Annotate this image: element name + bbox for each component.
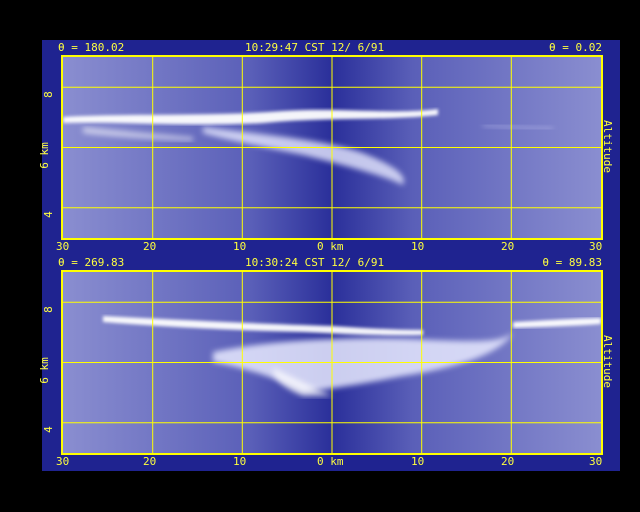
- top-xtick-0: 30: [56, 240, 70, 253]
- bottom-angle-right: θ = 89.83: [542, 256, 602, 269]
- top-ytick-8: 8: [41, 91, 55, 98]
- bottom-xtick-3: 0 km: [317, 455, 344, 468]
- top-xtick-1: 20: [143, 240, 157, 253]
- bottom-ytick-8: 8: [41, 306, 55, 313]
- bottom-ytick-4: 4: [41, 426, 55, 433]
- top-timestamp: 10:29:47 CST 12/ 6/91: [245, 41, 385, 54]
- top-lidar-plot: [61, 55, 603, 240]
- bottom-xtick-4: 10: [411, 455, 425, 468]
- top-ytick-4: 4: [41, 211, 55, 218]
- bottom-xtick-5: 20: [501, 455, 515, 468]
- bottom-xtick-0: 30: [56, 455, 70, 468]
- top-xtick-3: 0 km: [317, 240, 344, 253]
- bottom-lidar-plot: [61, 270, 603, 455]
- top-ytick-6: 6 km: [37, 142, 51, 169]
- bottom-panel-header: θ = 269.83 10:30:24 CST 12/ 6/91 θ = 89.…: [42, 255, 620, 270]
- top-angle-left: θ = 180.02: [58, 41, 125, 54]
- bottom-xtick-6: 30: [589, 455, 603, 468]
- bottom-xtick-2: 10: [233, 455, 247, 468]
- top-panel: θ = 180.02 10:29:47 CST 12/ 6/91 θ = 0.0…: [38, 40, 620, 256]
- top-angle-right: θ = 0.02: [549, 41, 602, 54]
- bottom-ytick-6: 6 km: [37, 357, 51, 384]
- top-panel-header: θ = 180.02 10:29:47 CST 12/ 6/91 θ = 0.0…: [42, 40, 620, 55]
- bottom-xticks: 30 20 10 0 km 10 20 30: [56, 455, 603, 471]
- top-xtick-4: 10: [411, 240, 425, 253]
- top-ylabel: Altitude: [600, 120, 614, 173]
- top-xtick-6: 30: [589, 240, 603, 253]
- bottom-panel: θ = 269.83 10:30:24 CST 12/ 6/91 θ = 89.…: [38, 255, 620, 471]
- bottom-angle-left: θ = 269.83: [58, 256, 125, 269]
- top-xtick-2: 10: [233, 240, 247, 253]
- bottom-timestamp: 10:30:24 CST 12/ 6/91: [245, 256, 385, 269]
- bottom-lidar-image: [63, 272, 601, 453]
- top-xticks: 30 20 10 0 km 10 20 30: [56, 240, 603, 256]
- top-xtick-5: 20: [501, 240, 515, 253]
- bottom-ylabel: Altitude: [600, 335, 614, 388]
- bottom-xtick-1: 20: [143, 455, 157, 468]
- top-lidar-image: [63, 57, 601, 238]
